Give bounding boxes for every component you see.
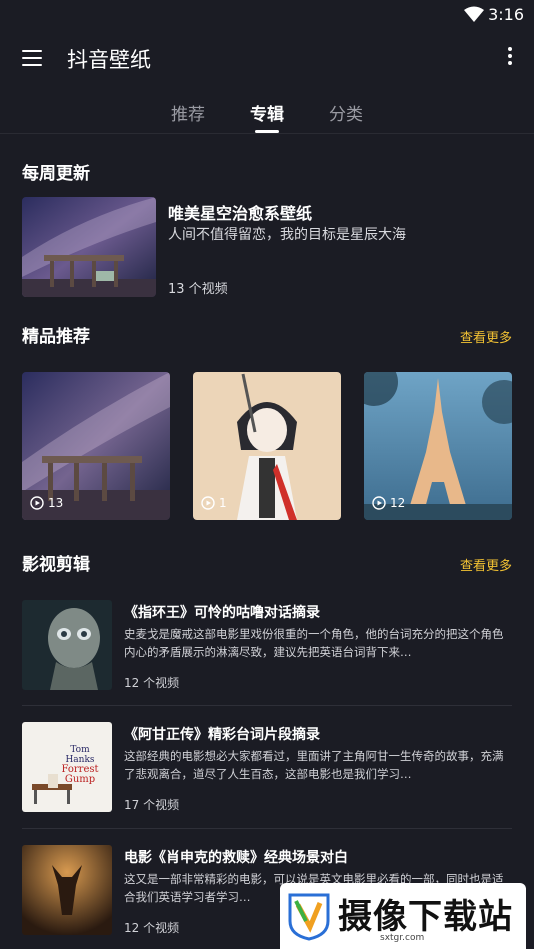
status-time: 3:16: [488, 5, 524, 24]
status-bar: 3:16: [0, 0, 534, 30]
play-icon: [30, 496, 44, 510]
tab-recommend[interactable]: 推荐: [171, 100, 205, 125]
watermark-text: 摄像下载站: [338, 897, 513, 937]
section-title-clips: 影视剪辑: [22, 555, 90, 575]
clip-album-description: 史麦戈是魔戒这部电影里戏份很重的一个角色，他的台词充分的把这个角色内心的矛盾展示…: [124, 627, 504, 659]
play-icon: [201, 496, 215, 510]
featured-carousel: 13 1 12: [0, 372, 534, 520]
video-count: 12: [390, 496, 406, 510]
wifi-icon: [464, 6, 484, 22]
starry-sky-thumbnail: [22, 197, 156, 297]
featured-card[interactable]: 13: [22, 372, 170, 520]
clip-album-item[interactable]: 《指环王》可怜的咕噜对话摘录 史麦戈是魔戒这部电影里戏份很重的一个角色，他的台词…: [22, 600, 512, 710]
featured-card[interactable]: 1: [193, 372, 341, 520]
gollum-poster: [22, 600, 112, 690]
weekly-album-description: 人间不值得留恋，我的目标是星辰大海: [168, 227, 406, 243]
tab-active-indicator: [255, 130, 279, 133]
play-icon: [372, 496, 386, 510]
video-count: 1: [219, 496, 227, 510]
video-count-badge: 13: [30, 496, 63, 510]
featured-see-more-link[interactable]: 查看更多: [460, 327, 512, 346]
video-count-badge: 1: [201, 496, 227, 510]
list-divider: [22, 705, 512, 706]
tab-albums[interactable]: 专辑: [250, 100, 284, 125]
clip-album-item[interactable]: Tom Hanks Forrest Gump 《阿甘正传》精彩台词片段摘录 这部…: [22, 722, 512, 832]
tab-categories[interactable]: 分类: [329, 100, 363, 125]
site-watermark: 摄像下载站 sxtgr.com: [280, 883, 526, 949]
video-count-badge: 12: [372, 496, 405, 510]
clip-album-title: 《阿甘正传》精彩台词片段摘录: [124, 727, 320, 743]
list-divider: [22, 828, 512, 829]
app-bar: 抖音壁纸: [0, 30, 534, 86]
svg-text:Tom: Tom: [70, 745, 90, 755]
forrest-gump-poster: Tom Hanks Forrest Gump: [22, 722, 112, 812]
clips-see-more-link[interactable]: 查看更多: [460, 555, 512, 574]
clip-album-description: 这部经典的电影想必大家都看过，里面讲了主角阿甘一生传奇的故事，充满了悲观离合，道…: [124, 749, 504, 781]
watermark-url: sxtgr.com: [380, 933, 425, 943]
clip-album-count: 12 个视频: [124, 676, 180, 690]
clip-album-title: 《指环王》可怜的咕噜对话摘录: [124, 605, 320, 621]
video-count: 13: [48, 496, 64, 510]
weekly-album-title: 唯美星空治愈系壁纸: [168, 204, 313, 223]
clip-album-count: 17 个视频: [124, 798, 180, 812]
clip-album-title: 电影《肖申克的救赎》经典场景对白: [124, 850, 348, 866]
section-title-weekly: 每周更新: [22, 164, 90, 184]
section-title-featured: 精品推荐: [22, 327, 90, 347]
shawshank-poster: [22, 845, 112, 935]
tab-bar: 推荐 专辑 分类: [0, 86, 534, 134]
featured-card[interactable]: 12: [364, 372, 512, 520]
more-options-icon[interactable]: [506, 47, 514, 69]
watermark-logo-icon: [288, 893, 330, 941]
menu-icon[interactable]: [22, 50, 42, 66]
clip-album-count: 12 个视频: [124, 921, 180, 935]
app-title: 抖音壁纸: [67, 48, 151, 72]
weekly-album-count: 13 个视频: [168, 282, 228, 297]
weekly-album-item[interactable]: 唯美星空治愈系壁纸 人间不值得留恋，我的目标是星辰大海 13 个视频: [22, 197, 512, 299]
svg-text:Gump: Gump: [65, 774, 95, 785]
